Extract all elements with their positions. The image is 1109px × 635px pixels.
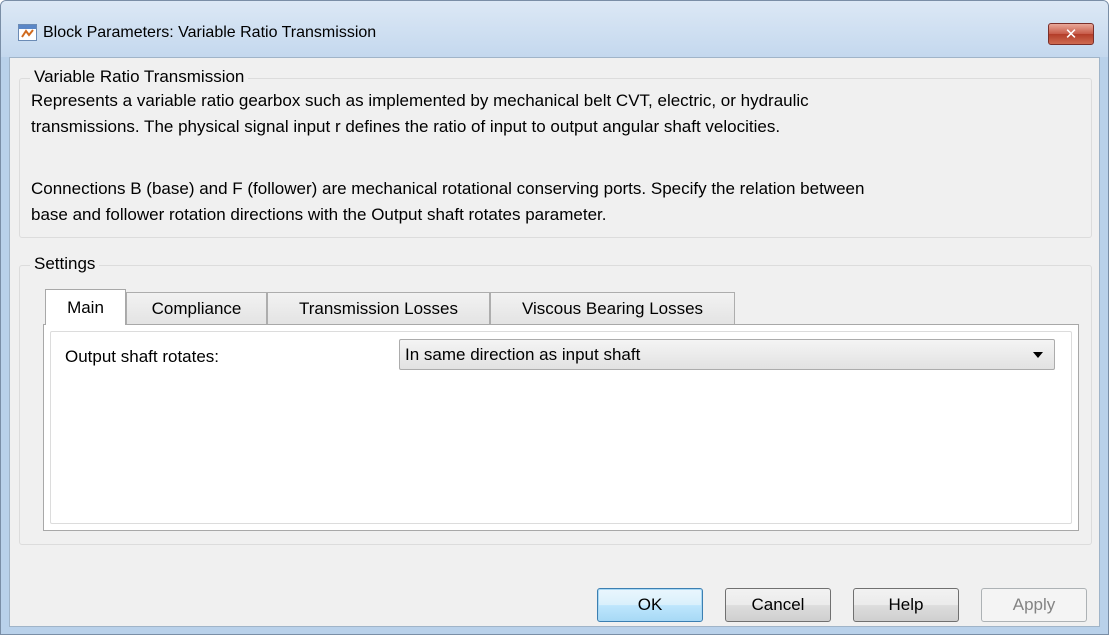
description-group-label: Variable Ratio Transmission [30, 67, 249, 87]
description-text-line: Represents a variable ratio gearbox such… [31, 91, 809, 110]
tab-main[interactable]: Main [45, 289, 126, 325]
tab-transmission-losses[interactable]: Transmission Losses [267, 292, 490, 325]
description-text-line: transmissions. The physical signal input… [31, 117, 781, 136]
close-x-icon: ✕ [1064, 26, 1078, 43]
description-text-line: Connections B (base) and F (follower) ar… [31, 179, 865, 198]
output-shaft-selected-value: In same direction as input shaft [405, 344, 641, 364]
help-button[interactable]: Help [853, 588, 959, 622]
output-shaft-dropdown[interactable]: In same direction as input shaft [399, 339, 1055, 370]
title-bar[interactable]: Block Parameters: Variable Ratio Transmi… [1, 1, 1108, 57]
dialog-body: Variable Ratio Transmission Represents a… [9, 57, 1100, 627]
tab-label: Viscous Bearing Losses [521, 299, 704, 318]
tab-panel-main: Output shaft rotates: In same direction … [43, 324, 1079, 531]
apply-button[interactable]: Apply [981, 588, 1087, 622]
dialog-window: Block Parameters: Variable Ratio Transmi… [0, 0, 1109, 635]
description-text-line: base and follower rotation directions wi… [31, 205, 607, 224]
simulink-block-icon [18, 24, 37, 41]
tab-label: Compliance [151, 299, 242, 318]
ok-button[interactable]: OK [597, 588, 703, 622]
settings-group-label: Settings [30, 254, 100, 274]
window-title: Block Parameters: Variable Ratio Transmi… [43, 24, 377, 41]
output-shaft-label: Output shaft rotates: [65, 347, 220, 366]
tab-compliance[interactable]: Compliance [126, 292, 267, 325]
close-button[interactable]: ✕ [1048, 23, 1094, 45]
cancel-button[interactable]: Cancel [725, 588, 831, 622]
tab-label: Main [67, 297, 104, 317]
chevron-down-icon [1033, 352, 1043, 358]
tab-viscous-bearing-losses[interactable]: Viscous Bearing Losses [490, 292, 735, 325]
tab-label: Transmission Losses [298, 299, 459, 318]
